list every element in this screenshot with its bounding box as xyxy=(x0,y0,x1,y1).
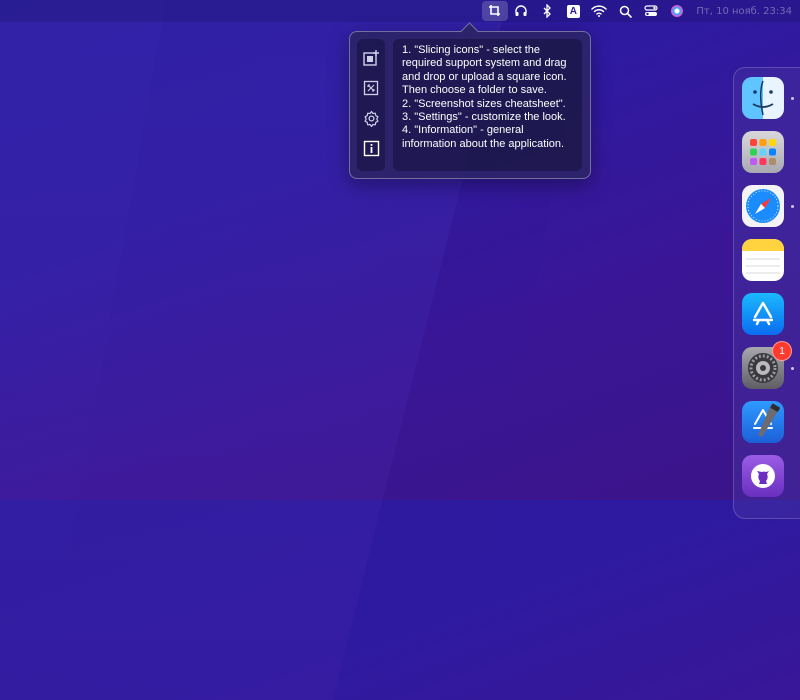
instructions-text: 1. "Slicing icons" - select the required… xyxy=(402,44,567,150)
information-button[interactable] xyxy=(360,137,382,159)
input-source-letter: A xyxy=(566,4,580,18)
finder-icon[interactable] xyxy=(742,77,784,119)
notification-badge: 1 xyxy=(772,341,792,361)
running-indicator xyxy=(791,367,794,370)
spotlight-search-icon[interactable] xyxy=(612,0,638,22)
github-desktop-icon[interactable] xyxy=(742,455,784,497)
slicing-icons-button[interactable] xyxy=(360,47,382,69)
wifi-icon[interactable] xyxy=(586,0,612,22)
app-slicer-menu-icon[interactable] xyxy=(482,1,509,21)
menu-bar: A Пт, 10 нояб. 23:34 xyxy=(0,0,800,22)
xcode-icon[interactable] xyxy=(742,401,784,443)
app-popover: 1. "Slicing icons" - select the required… xyxy=(349,31,591,179)
safari-icon[interactable] xyxy=(742,185,784,227)
app-store-icon[interactable] xyxy=(742,293,784,335)
siri-icon[interactable] xyxy=(664,0,690,22)
screenshot-sizes-button[interactable] xyxy=(360,77,382,99)
running-indicator xyxy=(791,205,794,208)
dock: 1 xyxy=(733,67,800,519)
popover-sidebar xyxy=(357,39,385,171)
popover-info-panel: 1. "Slicing icons" - select the required… xyxy=(393,39,582,171)
notes-icon[interactable] xyxy=(742,239,784,281)
system-settings-icon[interactable]: 1 xyxy=(742,341,792,389)
headphones-icon[interactable] xyxy=(508,0,534,22)
running-indicator xyxy=(791,97,794,100)
settings-gear-button[interactable] xyxy=(360,107,382,129)
control-center-icon[interactable] xyxy=(638,0,664,22)
launchpad-icon[interactable] xyxy=(742,131,784,173)
bluetooth-icon[interactable] xyxy=(534,0,560,22)
input-source-icon[interactable]: A xyxy=(560,0,586,22)
menu-bar-clock[interactable]: Пт, 10 нояб. 23:34 xyxy=(690,6,800,17)
